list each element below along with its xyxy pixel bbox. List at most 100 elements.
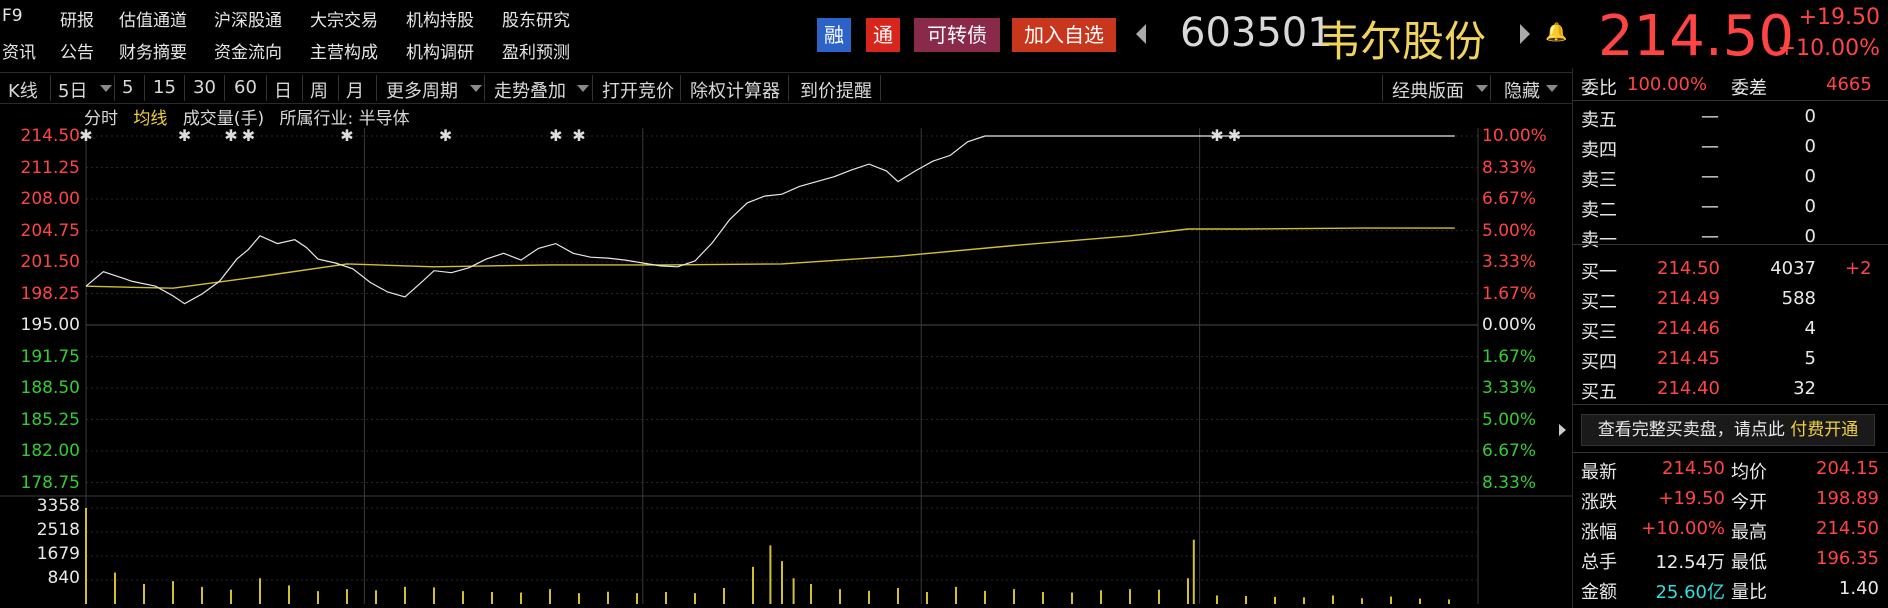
promo-banner[interactable]: 查看完整买卖盘，请点此 付费开通 — [1581, 414, 1875, 446]
chevron-down-icon[interactable] — [1476, 85, 1488, 92]
stat-value: 204.15 — [1816, 458, 1879, 479]
nav-shareholder[interactable]: 股东研究 — [502, 6, 570, 31]
volume-tick-label: 1679 — [36, 544, 80, 564]
volume-bar — [85, 508, 87, 604]
period-day-button[interactable]: 日 — [274, 77, 292, 103]
bell-icon[interactable]: 🔔 — [1545, 22, 1567, 43]
volume-label[interactable]: 成交量(手) — [183, 109, 264, 129]
level-price[interactable]: — — [1701, 106, 1719, 127]
nav-f9[interactable]: F9 — [2, 6, 23, 26]
nav-finance[interactable]: 财务摘要 — [119, 38, 187, 63]
stat-label: 均价 — [1731, 462, 1767, 483]
level-volume: 5 — [1804, 348, 1816, 369]
stat-label: 今开 — [1731, 492, 1767, 513]
nav-block-trade[interactable]: 大宗交易 — [310, 6, 378, 31]
price-tick-label: 214.50 — [20, 126, 80, 146]
volume-bar — [201, 586, 203, 604]
volume-bar — [1100, 590, 1102, 604]
nav-inst-research[interactable]: 机构调研 — [406, 38, 474, 63]
expand-arrow-icon[interactable] — [1559, 424, 1566, 436]
pct-tick-label: 3.33% — [1482, 252, 1537, 272]
industry-value[interactable]: 半导体 — [359, 109, 410, 129]
level-price[interactable]: 214.50 — [1657, 258, 1720, 279]
prev-stock-icon[interactable] — [1136, 24, 1146, 44]
level-price[interactable]: — — [1701, 136, 1719, 157]
webi-value: 100.00% — [1627, 74, 1708, 95]
nav-capital-flow[interactable]: 资金流向 — [214, 38, 282, 63]
five-day-select[interactable]: 5日 — [58, 77, 87, 103]
volume-bar — [230, 589, 232, 604]
level-price[interactable]: 214.46 — [1657, 318, 1720, 339]
volume-bar — [781, 561, 783, 604]
volume-bar — [926, 591, 928, 604]
convertible-bond-button[interactable]: 可转债 — [914, 18, 1000, 52]
period-month-button[interactable]: 月 — [346, 77, 364, 103]
level-label: 买五 — [1581, 382, 1617, 403]
volume-bar — [955, 586, 957, 604]
nav-hsgt[interactable]: 沪深股通 — [214, 6, 282, 31]
level-label: 卖二 — [1581, 200, 1617, 221]
event-marker: ✱ — [224, 128, 237, 145]
tong-badge[interactable]: 通 — [866, 18, 900, 52]
intraday-chart[interactable]: ✱ ✱ ✱ ✱ ✱ ✱ ✱ ✱ ✱ ✱ — [0, 128, 1572, 608]
price-tick-label: 208.00 — [20, 189, 80, 209]
stat-value: 198.89 — [1816, 488, 1879, 509]
period-15-button[interactable]: 15 — [153, 77, 176, 98]
pct-tick-label: 10.00% — [1482, 126, 1547, 146]
volume-bar — [1158, 589, 1160, 604]
volume-bar — [1187, 578, 1189, 604]
period-30-button[interactable]: 30 — [193, 77, 216, 98]
nav-research[interactable]: 研报 — [60, 6, 94, 31]
volume-bar — [491, 591, 493, 604]
next-stock-icon[interactable] — [1520, 24, 1530, 44]
nav-forecast[interactable]: 盈利预测 — [502, 38, 570, 63]
chevron-down-icon[interactable] — [100, 85, 112, 92]
rong-badge[interactable]: 融 — [817, 18, 851, 52]
level-price[interactable]: — — [1701, 166, 1719, 187]
chevron-down-icon[interactable] — [1546, 85, 1558, 92]
volume-bar — [433, 587, 435, 604]
paid-open-link[interactable]: 付费开通 — [1790, 420, 1858, 440]
nav-valuation[interactable]: 估值通道 — [119, 6, 187, 31]
price-tick-label: 201.50 — [20, 252, 80, 272]
nav-inst-holding[interactable]: 机构持股 — [406, 6, 474, 31]
price-change: +19.50 — [1798, 5, 1880, 30]
ex-rights-calculator-button[interactable]: 除权计算器 — [690, 77, 780, 103]
layout-select[interactable]: 经典版面 — [1392, 77, 1464, 103]
level-price[interactable]: — — [1701, 196, 1719, 217]
price-alert-button[interactable]: 到价提醒 — [800, 77, 872, 103]
avg-line-label[interactable]: 均线 — [133, 109, 167, 129]
hide-button[interactable]: 隐藏 — [1504, 77, 1540, 103]
stat-value: 25.60亿 — [1655, 582, 1725, 603]
stat-row: 总手 12.54万 最低 196.35 — [1581, 548, 1881, 576]
more-periods-select[interactable]: 更多周期 — [386, 77, 458, 103]
kline-button[interactable]: K线 — [8, 77, 38, 103]
event-marker: ✱ — [439, 128, 452, 145]
volume-bar — [1192, 539, 1195, 604]
volume-bar — [1274, 596, 1276, 604]
add-watchlist-button[interactable]: 加入自选 — [1012, 18, 1116, 52]
price-tick-label: 188.50 — [20, 378, 80, 398]
period-week-button[interactable]: 周 — [310, 77, 328, 103]
last-price: 214.50 — [1598, 4, 1794, 69]
period-60-button[interactable]: 60 — [234, 77, 257, 98]
period-5-button[interactable]: 5 — [122, 77, 133, 98]
overlay-select[interactable]: 走势叠加 — [494, 77, 566, 103]
nav-news[interactable]: 资讯 — [2, 38, 36, 63]
level-price[interactable]: 214.45 — [1657, 348, 1720, 369]
event-marker: ✱ — [549, 128, 562, 145]
bid-row: 买二 214.49 588 — [1581, 288, 1881, 316]
nav-business[interactable]: 主营构成 — [310, 38, 378, 63]
stock-name: 韦尔股份 — [1318, 17, 1487, 66]
chevron-down-icon[interactable] — [470, 85, 482, 92]
chevron-down-icon[interactable] — [577, 85, 589, 92]
volume-bar — [520, 592, 522, 604]
level-price[interactable]: 214.40 — [1657, 378, 1720, 399]
event-marker: ✱ — [178, 128, 191, 145]
nav-announcement[interactable]: 公告 — [60, 38, 94, 63]
level-price[interactable]: 214.49 — [1657, 288, 1720, 309]
timeshare-label[interactable]: 分时 — [84, 109, 118, 129]
open-auction-button[interactable]: 打开竞价 — [602, 77, 674, 103]
webi-label: 委比 — [1581, 78, 1617, 99]
volume-bar — [897, 587, 899, 604]
